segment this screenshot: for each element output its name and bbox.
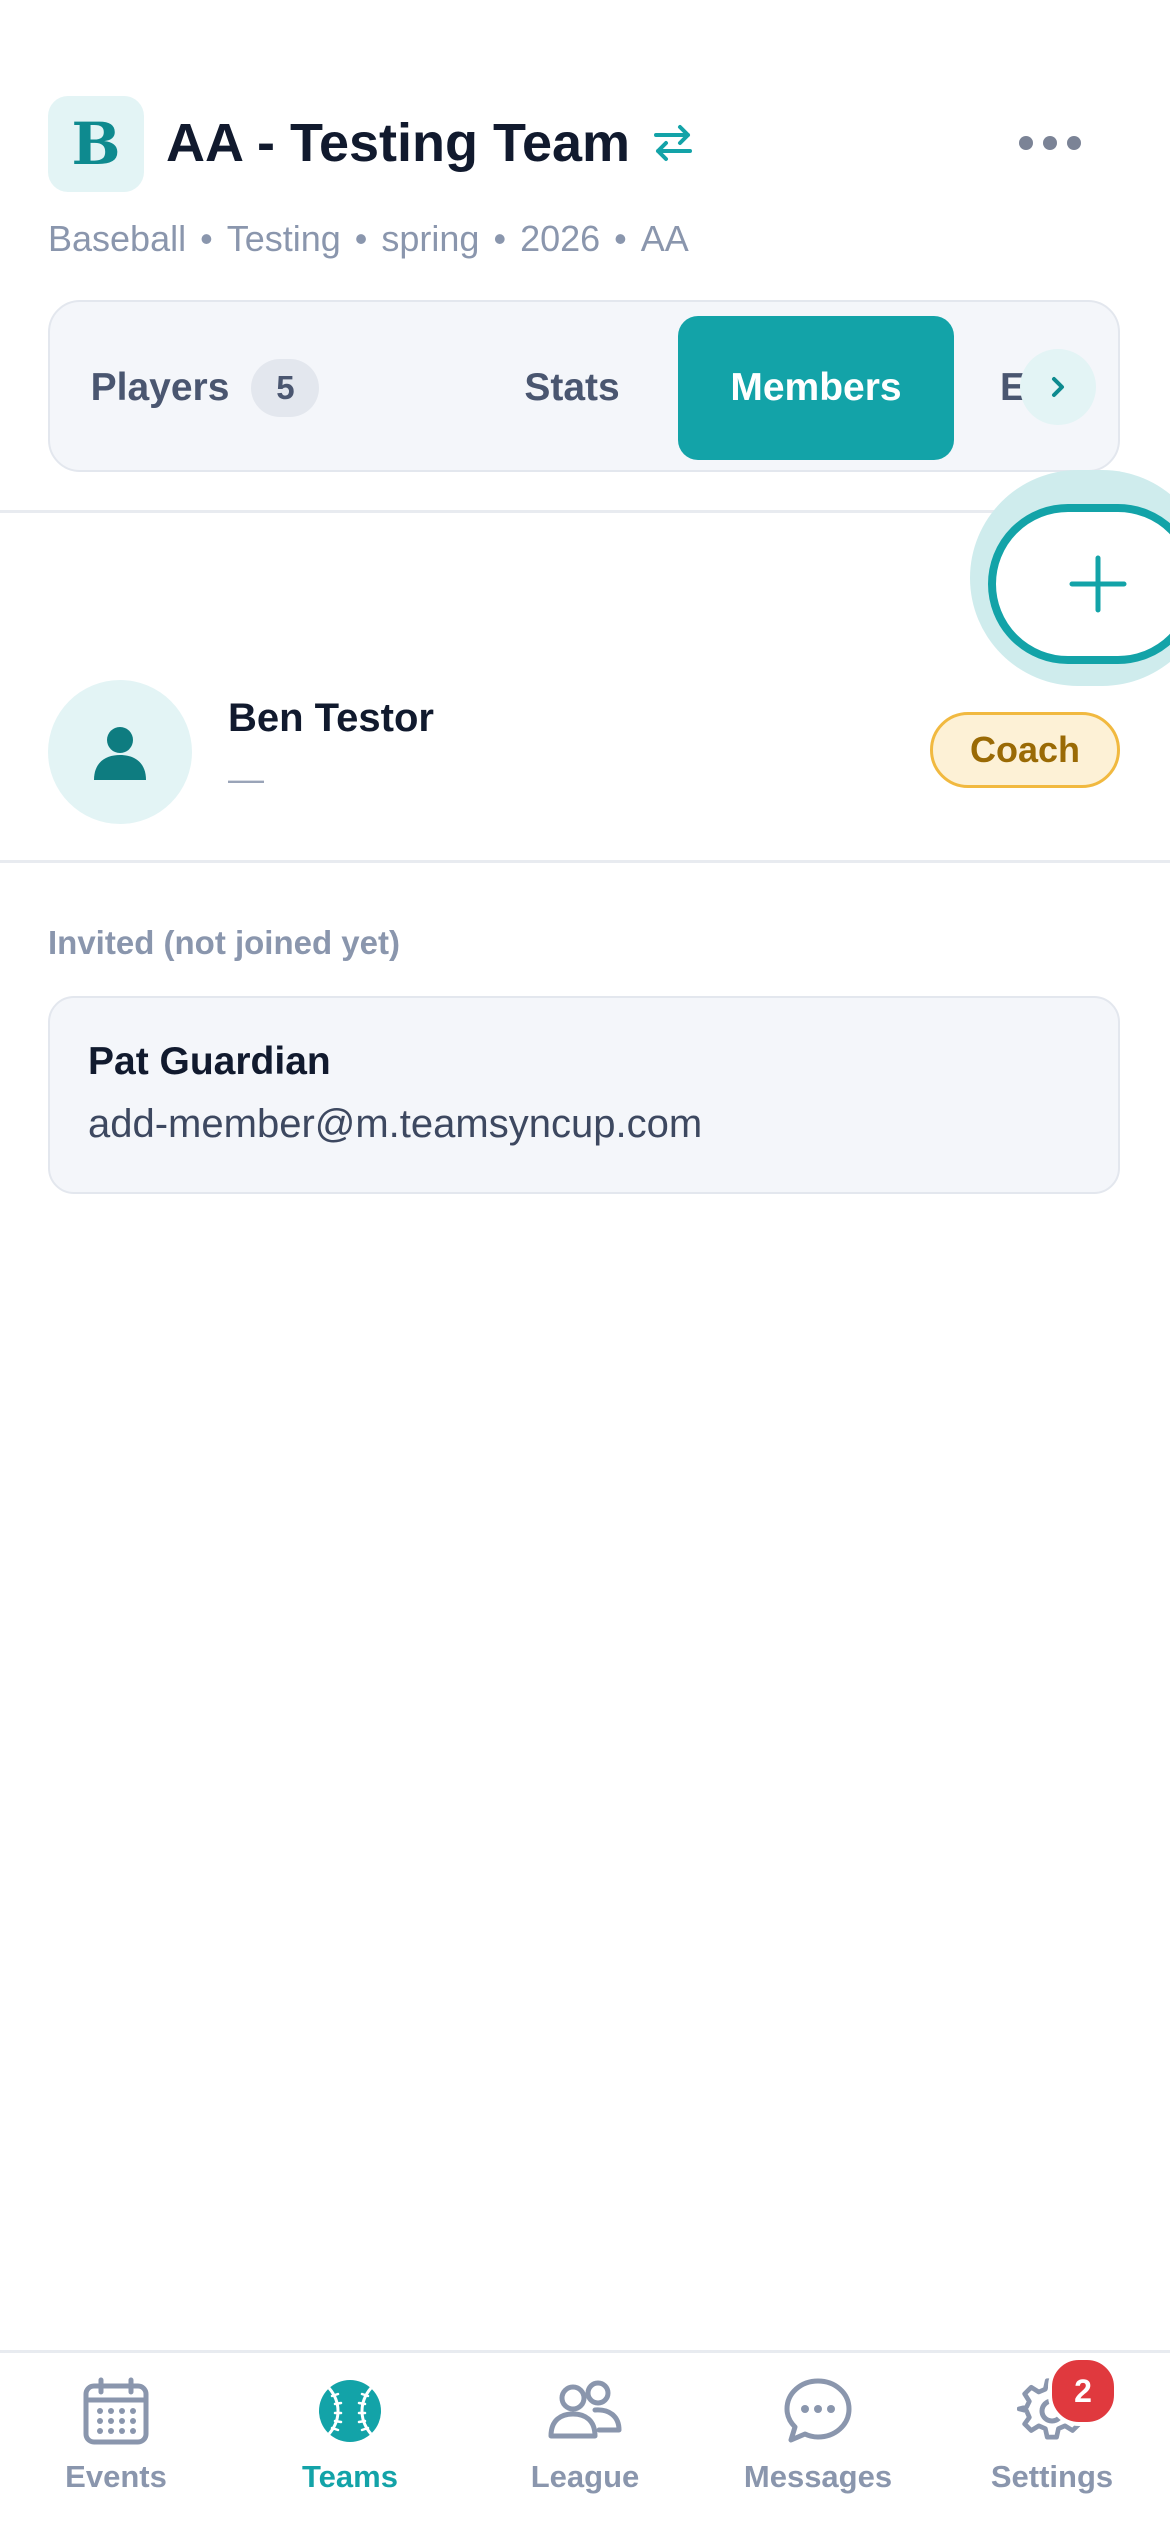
- team-avatar: B: [48, 96, 144, 192]
- invite-card[interactable]: Pat Guardian add-member@m.teamsyncup.com: [48, 996, 1120, 1194]
- avatar: [48, 680, 192, 824]
- invite-name: Pat Guardian: [88, 1040, 331, 1083]
- nav-events-label: Events: [65, 2459, 167, 2494]
- divider: [0, 860, 1170, 863]
- nav-teams[interactable]: Teams: [250, 2373, 450, 2523]
- switch-team-icon[interactable]: [648, 118, 698, 168]
- member-detail: —: [228, 758, 264, 799]
- team-title[interactable]: AA - Testing Team: [166, 108, 630, 178]
- nav-settings-label: Settings: [990, 2459, 1114, 2494]
- bottom-navigation: Events Teams League Messages Settings: [0, 2350, 1170, 2535]
- nav-league[interactable]: League: [485, 2373, 685, 2523]
- chevron-right-icon: [1052, 377, 1064, 397]
- add-member-button[interactable]: [988, 504, 1170, 664]
- baseball-icon: [312, 2373, 388, 2449]
- settings-notification-badge: 2: [1048, 2356, 1118, 2426]
- subtitle-season: spring: [381, 218, 480, 259]
- nav-teams-label: Teams: [302, 2459, 398, 2494]
- nav-messages[interactable]: Messages: [718, 2373, 918, 2523]
- subtitle-sport: Baseball: [48, 218, 187, 259]
- ellipsis-icon: [1019, 136, 1081, 150]
- tab-stats[interactable]: Stats: [422, 316, 722, 460]
- role-badge: Coach: [930, 712, 1120, 788]
- subtitle-year: 2026: [520, 218, 601, 259]
- nav-events[interactable]: Events: [16, 2373, 216, 2523]
- tab-players-label: Players: [90, 366, 230, 409]
- calendar-icon: [78, 2373, 154, 2449]
- people-icon: [547, 2373, 623, 2449]
- team-avatar-letter: B: [71, 110, 121, 178]
- team-subtitle: Baseball • Testing • spring • 2026 • AA: [48, 218, 689, 259]
- chat-bubble-icon: [780, 2373, 856, 2449]
- tab-players[interactable]: Players 5: [50, 316, 360, 460]
- person-icon: [94, 727, 146, 780]
- subtitle-league: Testing: [226, 218, 341, 259]
- tabs-scroll-right-button[interactable]: [1020, 349, 1096, 425]
- nav-league-label: League: [530, 2459, 640, 2494]
- member-name: Ben Testor: [228, 696, 434, 740]
- nav-messages-label: Messages: [743, 2459, 893, 2494]
- players-count-badge: 5: [251, 359, 320, 417]
- subtitle-division: AA: [640, 218, 689, 259]
- more-options-button[interactable]: [1004, 118, 1096, 168]
- invited-section-heading: Invited (not joined yet): [48, 924, 400, 961]
- member-row[interactable]: Ben Testor — Coach: [0, 676, 1170, 858]
- invite-email: add-member@m.teamsyncup.com: [88, 1102, 703, 1146]
- plus-icon: [1069, 555, 1127, 613]
- tab-members[interactable]: Members: [678, 316, 954, 460]
- team-tabs: Players 5 Stats Members Edu: [48, 300, 1120, 472]
